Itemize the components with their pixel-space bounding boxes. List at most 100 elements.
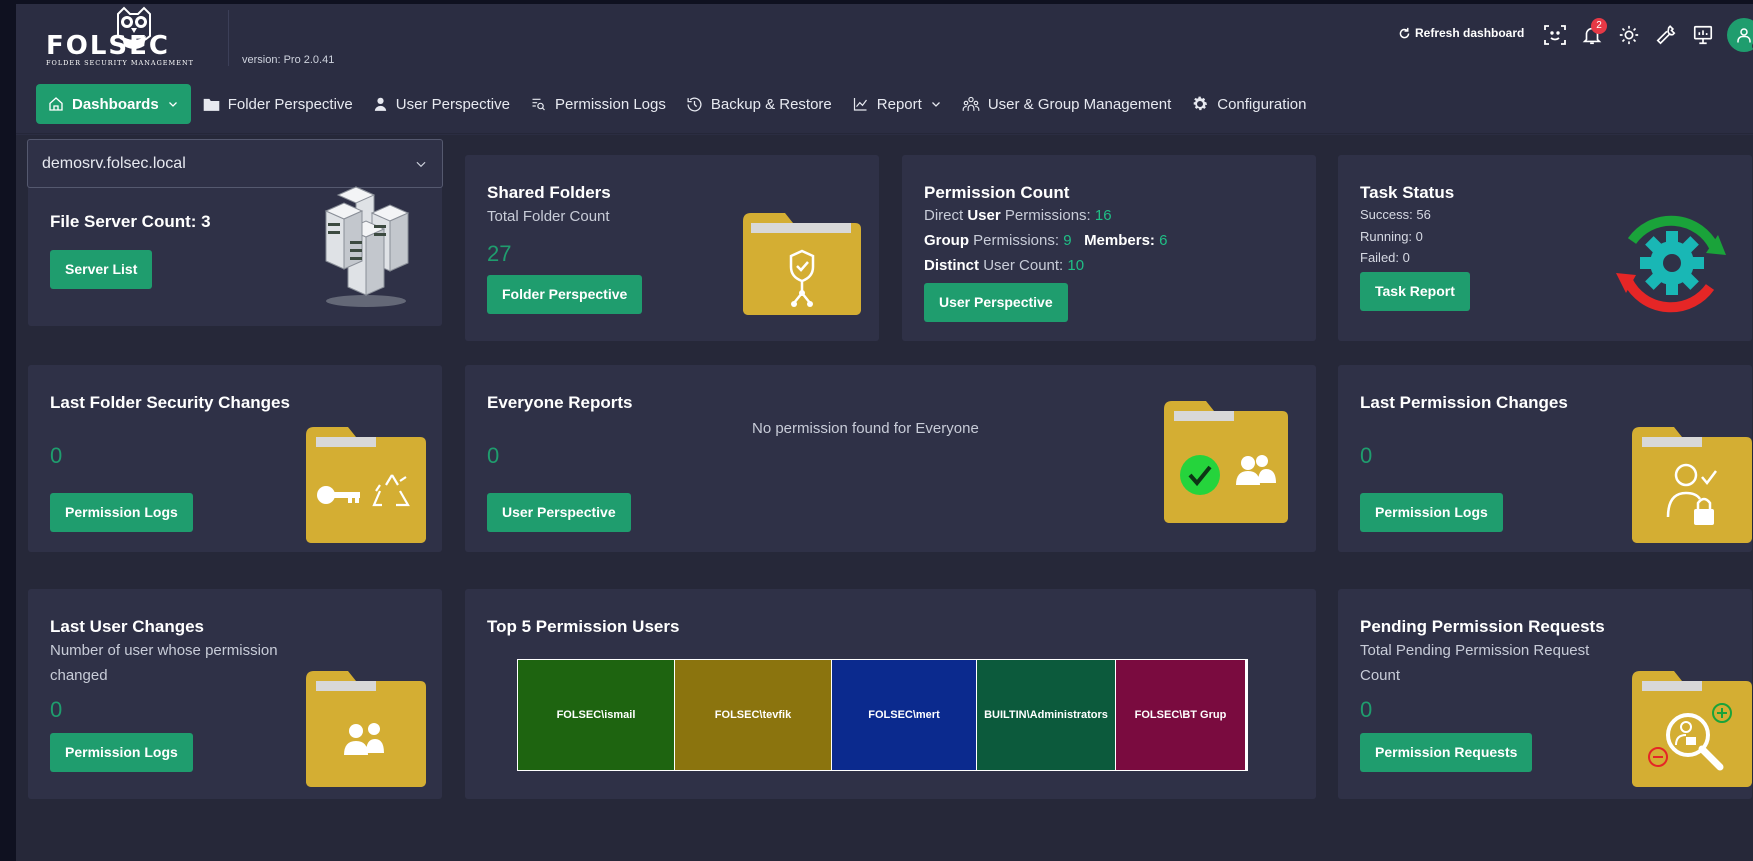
header-divider — [228, 10, 229, 66]
last-permission-changes-count: 0 — [1360, 443, 1373, 468]
face-scan-icon — [1544, 25, 1566, 45]
nav-user-group-management[interactable]: User & Group Management — [952, 84, 1181, 124]
face-scan-button[interactable] — [1542, 20, 1568, 50]
last-user-changes-subtitle-2: changed — [50, 667, 108, 684]
history-icon — [687, 97, 702, 112]
file-server-card: demosrv.folsec.local File Server Count: … — [27, 139, 443, 326]
header-toolbar: 2 — [1542, 18, 1753, 52]
direct-value: 16 — [1094, 207, 1112, 224]
nav-permission-logs[interactable]: Permission Logs — [520, 84, 676, 124]
group-value: 9 — [1063, 232, 1072, 249]
folder-users-illustration — [306, 671, 426, 787]
presentation-button[interactable] — [1690, 20, 1716, 50]
nav-report-label: Report — [876, 95, 922, 113]
pending-requests-title: Pending Permission Requests — [1360, 617, 1605, 636]
group-suffix: Permissions: — [973, 232, 1060, 249]
last-user-changes-subtitle-1: Number of user whose permission — [50, 642, 278, 659]
members-value: 6 — [1159, 232, 1168, 249]
main-navigation: Dashboards Folder Perspective User Persp… — [16, 76, 1753, 134]
distinct-user-count: Distinct User Count: 10 — [924, 257, 1084, 274]
folsec-logo[interactable]: FOLSEC FOLDER SECURITY MANAGEMENT — [34, 6, 224, 70]
top-user-cell[interactable]: FOLSEC\mert — [832, 660, 977, 770]
top-user-cell[interactable]: FOLSEC\tevfik — [675, 660, 832, 770]
user-perspective-button[interactable]: User Perspective — [924, 283, 1068, 322]
everyone-reports-message: No permission found for Everyone — [752, 420, 979, 437]
folder-icon — [203, 98, 219, 111]
task-failed: Failed: 0 — [1360, 250, 1410, 265]
task-success: Success: 56 — [1360, 207, 1431, 222]
shared-folder-shield-illustration — [743, 213, 861, 315]
distinct-bold: Distinct — [924, 257, 980, 274]
distinct-suffix: User Count: — [983, 257, 1064, 274]
shared-folders-title: Shared Folders — [487, 183, 611, 202]
gear-icon — [1193, 96, 1208, 111]
svg-text:FOLSEC: FOLSEC — [46, 31, 170, 61]
tools-button[interactable] — [1653, 20, 1679, 50]
direct-suffix: Permissions: — [1004, 207, 1091, 224]
last-permission-changes-card: Last Permission Changes 0 Permission Log… — [1338, 365, 1752, 552]
last-folder-security-changes-card: Last Folder Security Changes 0 Permissio… — [28, 365, 442, 552]
user-avatar[interactable] — [1727, 18, 1753, 52]
server-select-value: demosrv.folsec.local — [42, 154, 186, 172]
nav-dashboards[interactable]: Dashboards — [36, 84, 191, 124]
refresh-dashboard-button[interactable]: Refresh dashboard — [1398, 26, 1524, 40]
folder-perspective-button[interactable]: Folder Perspective — [487, 275, 643, 314]
last-folder-changes-title: Last Folder Security Changes — [50, 393, 290, 412]
pending-permission-requests-card: Pending Permission Requests Total Pendin… — [1338, 589, 1752, 799]
nav-configuration[interactable]: Configuration — [1181, 84, 1316, 124]
pending-requests-count: 0 — [1360, 697, 1373, 722]
distinct-value: 10 — [1067, 257, 1085, 274]
last-user-changes-count: 0 — [50, 697, 63, 722]
pending-requests-subtitle-2: Count — [1360, 667, 1401, 684]
users-group-icon — [962, 96, 980, 111]
presentation-icon — [1693, 25, 1713, 45]
dashboard-content: demosrv.folsec.local File Server Count: … — [16, 135, 1753, 861]
sun-icon — [1619, 25, 1639, 45]
task-cycle-illustration — [1616, 215, 1726, 313]
task-running: Running: 0 — [1360, 229, 1423, 244]
shared-folders-count: 27 — [487, 241, 512, 266]
chevron-down-icon — [931, 102, 940, 107]
last-user-permission-logs-button[interactable]: Permission Logs — [50, 733, 193, 772]
nav-folder-perspective-label: Folder Perspective — [227, 95, 353, 113]
permission-count-title: Permission Count — [924, 183, 1070, 202]
last-permission-logs-button[interactable]: Permission Logs — [1360, 493, 1503, 532]
top-user-cell[interactable]: FOLSEC\ismail — [518, 660, 675, 770]
task-status-card: Task Status Success: 56 Running: 0 Faile… — [1338, 155, 1752, 341]
nav-user-perspective-label: User Perspective — [395, 95, 510, 113]
top-user-cell[interactable]: BUILTIN\Administrators — [977, 660, 1116, 770]
shared-folders-subtitle: Total Folder Count — [487, 208, 610, 225]
nav-user-perspective[interactable]: User Perspective — [363, 84, 520, 124]
everyone-user-perspective-button[interactable]: User Perspective — [487, 493, 631, 532]
file-server-count: File Server Count: 3 — [50, 212, 211, 231]
last-folder-changes-count: 0 — [50, 443, 63, 468]
log-search-icon — [532, 98, 545, 111]
server-list-button[interactable]: Server List — [50, 250, 153, 289]
direct-prefix: Direct — [924, 207, 964, 224]
nav-backup-restore[interactable]: Backup & Restore — [676, 84, 842, 124]
server-select[interactable]: demosrv.folsec.local — [27, 139, 443, 188]
folder-user-lock-illustration — [1632, 427, 1752, 543]
refresh-label: Refresh dashboard — [1415, 26, 1525, 40]
home-icon — [49, 97, 63, 111]
nav-permission-logs-label: Permission Logs — [554, 95, 666, 113]
shared-folders-card: Shared Folders Total Folder Count 27 Fol… — [465, 155, 879, 341]
chevron-down-icon — [416, 161, 426, 167]
wrench-icon — [1656, 25, 1676, 45]
servers-illustration — [324, 186, 410, 307]
nav-folder-perspective[interactable]: Folder Perspective — [193, 84, 363, 124]
group-bold: Group — [924, 232, 969, 249]
last-folder-permission-logs-button[interactable]: Permission Logs — [50, 493, 193, 532]
app-window: FOLSEC FOLDER SECURITY MANAGEMENT versio… — [0, 4, 1753, 861]
permission-requests-button[interactable]: Permission Requests — [1360, 733, 1533, 772]
task-report-button[interactable]: Task Report — [1360, 272, 1470, 311]
notifications-button[interactable]: 2 — [1579, 18, 1607, 50]
refresh-icon — [1399, 27, 1410, 38]
theme-toggle-button[interactable] — [1616, 20, 1642, 50]
top-user-cell[interactable]: FOLSEC\BT Grup — [1116, 660, 1245, 770]
pending-requests-subtitle-1: Total Pending Permission Request — [1360, 642, 1590, 659]
last-user-changes-card: Last User Changes Number of user whose p… — [28, 589, 442, 799]
last-permission-changes-title: Last Permission Changes — [1360, 393, 1568, 412]
top-bar: FOLSEC FOLDER SECURITY MANAGEMENT versio… — [16, 4, 1753, 76]
nav-report[interactable]: Report — [842, 84, 952, 124]
